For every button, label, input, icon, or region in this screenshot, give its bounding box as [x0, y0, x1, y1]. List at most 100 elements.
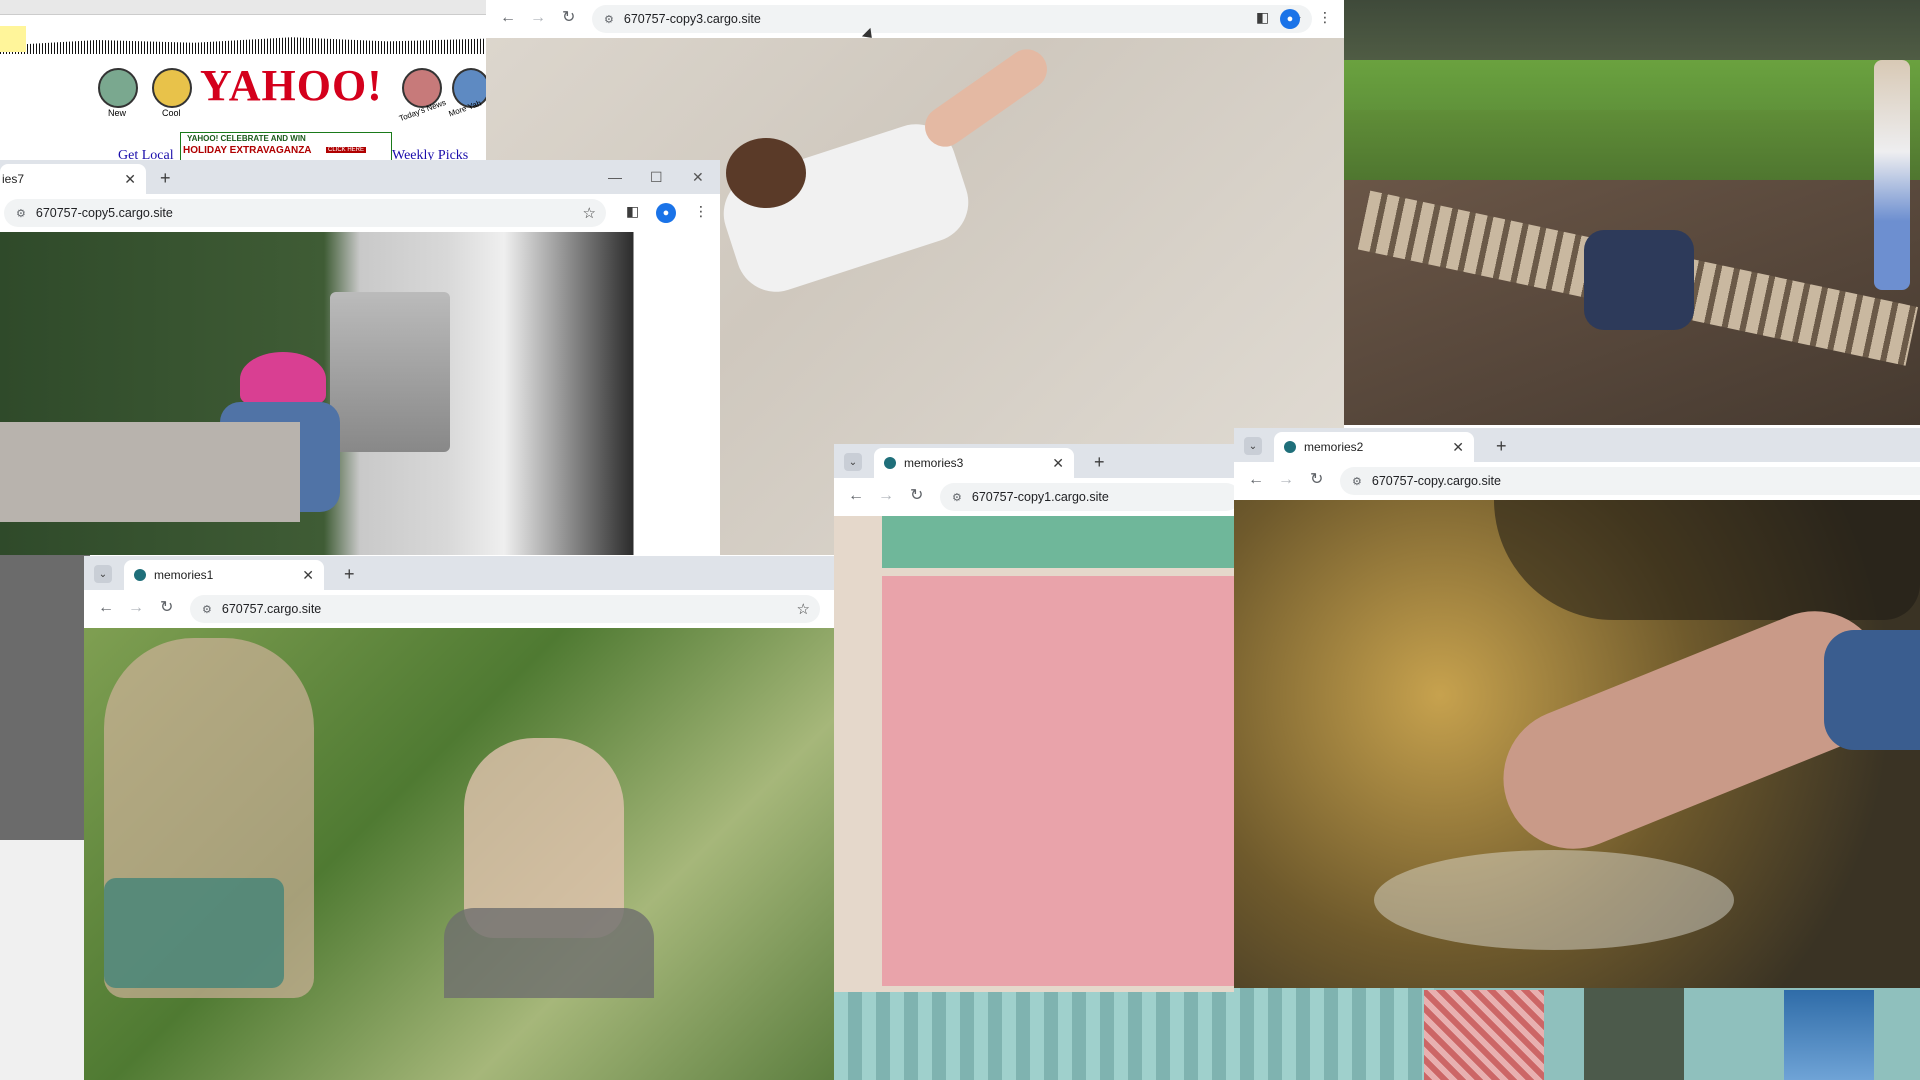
garden-photo	[84, 628, 834, 1080]
tab-label[interactable]: memories1	[154, 568, 296, 582]
creek-photo	[1234, 500, 1920, 988]
holiday-banner-click: CLICK HERE	[326, 147, 367, 153]
browser-window-copy5: ies7 ✕ + — ☐ ✕ ⚙ 670757-copy5.cargo.site…	[0, 160, 720, 555]
bottom-strip-thumbnail	[1784, 990, 1874, 1080]
new-icon[interactable]	[98, 68, 138, 108]
tab-close-icon[interactable]: ✕	[1452, 439, 1464, 456]
yahoo-logo[interactable]: YAHOO!	[200, 60, 383, 111]
tab-memories2[interactable]: memories2 ✕	[1274, 432, 1474, 462]
cool-icon[interactable]	[152, 68, 192, 108]
window-close-icon[interactable]: ✕	[692, 169, 704, 186]
pink-wall-photo	[834, 516, 1234, 992]
reload-button[interactable]: ↻	[1310, 471, 1323, 489]
content-memories2	[1234, 500, 1920, 988]
favicon-icon	[134, 569, 146, 581]
address-bar-copy5[interactable]: ⚙ 670757-copy5.cargo.site ☆	[4, 199, 606, 227]
new-label[interactable]: New	[108, 108, 126, 118]
tab-strip-copy5: ies7 ✕ + — ☐ ✕	[0, 160, 720, 194]
minimize-icon[interactable]: —	[608, 169, 622, 185]
site-settings-icon[interactable]: ⚙	[952, 491, 962, 504]
reload-button[interactable]: ↻	[562, 9, 575, 27]
site-settings-icon[interactable]: ⚙	[202, 603, 212, 616]
new-tab-button[interactable]: +	[160, 169, 171, 187]
url-text-memories2[interactable]: 670757-copy.cargo.site	[1372, 474, 1920, 488]
patio-ground	[0, 422, 300, 522]
reload-button[interactable]: ↻	[910, 487, 923, 505]
child-in-forest	[1584, 230, 1694, 330]
tab-list-chevron-icon[interactable]: ⌄	[844, 453, 862, 471]
toolbar-memories2: ← → ↻ ⚙ 670757-copy.cargo.site	[1234, 462, 1920, 501]
site-settings-icon[interactable]: ⚙	[604, 13, 614, 26]
address-bar-memories3[interactable]: ⚙ 670757-copy1.cargo.site	[940, 483, 1234, 511]
forest-grass	[1344, 60, 1920, 180]
toolbar-memories1: ← → ↻ ⚙ 670757.cargo.site ☆	[84, 590, 834, 629]
back-button[interactable]: ←	[848, 487, 864, 505]
bottom-strip-photo	[834, 980, 1920, 1080]
side-panel-icon[interactable]: ◧	[1256, 9, 1269, 26]
site-settings-icon[interactable]: ⚙	[1352, 475, 1362, 488]
forward-button[interactable]: →	[128, 599, 144, 617]
back-button[interactable]: ←	[1248, 471, 1264, 489]
profile-avatar[interactable]: ●	[1280, 9, 1300, 29]
forward-button[interactable]: →	[530, 9, 546, 27]
forest-photo-background	[1344, 0, 1920, 425]
back-button[interactable]: ←	[98, 599, 114, 617]
toolbar-memories3: ← → ↻ ⚙ 670757-copy1.cargo.site	[834, 478, 1234, 517]
tab-strip-memories2: ⌄ memories2 ✕ +	[1234, 428, 1920, 462]
tab-list-chevron-icon[interactable]: ⌄	[94, 565, 112, 583]
browser-window-memories1: ⌄ memories1 ✕ + ← → ↻ ⚙ 670757.cargo.sit…	[84, 556, 834, 1080]
content-copy5	[0, 232, 720, 555]
tab-close-icon[interactable]: ✕	[302, 567, 314, 584]
bookmark-star-icon[interactable]: ☆	[797, 600, 810, 618]
tab-list-chevron-icon[interactable]: ⌄	[1244, 437, 1262, 455]
tab-label[interactable]: memories2	[1304, 440, 1446, 454]
bookmark-star-icon[interactable]: ☆	[583, 204, 596, 222]
reload-button[interactable]: ↻	[160, 599, 173, 617]
yahoo-waveform	[0, 37, 486, 54]
address-bar-memories2[interactable]: ⚙ 670757-copy.cargo.site	[1340, 467, 1920, 495]
side-panel-icon[interactable]: ◧	[626, 203, 639, 220]
favicon-icon	[884, 457, 896, 469]
water-splash	[1374, 850, 1734, 950]
url-text-copy3[interactable]: 670757-copy3.cargo.site	[624, 12, 1289, 26]
tab-copy5[interactable]: ies7 ✕	[0, 164, 146, 194]
url-text-memories3[interactable]: 670757-copy1.cargo.site	[972, 490, 1234, 504]
menu-icon[interactable]: ⋮	[694, 203, 708, 220]
tab-close-icon[interactable]: ✕	[1052, 455, 1064, 472]
standing-child	[1874, 60, 1910, 290]
url-text-memories1[interactable]: 670757.cargo.site	[222, 602, 797, 616]
left-background-white	[0, 840, 90, 1080]
holiday-banner[interactable]: YAHOO! CELEBRATE AND WIN HOLIDAY EXTRAVA…	[180, 132, 392, 162]
content-memories3	[834, 516, 1234, 992]
address-bar-copy3[interactable]: ⚙ 670757-copy3.cargo.site ☆	[592, 5, 1312, 33]
grill	[330, 292, 450, 452]
new-tab-button[interactable]: +	[1094, 453, 1105, 471]
denim-shorts	[1824, 630, 1920, 750]
new-tab-button[interactable]: +	[344, 565, 355, 583]
tab-strip-memories1: ⌄ memories1 ✕ +	[84, 556, 834, 590]
cool-label[interactable]: Cool	[162, 108, 181, 118]
tab-label[interactable]: memories3	[904, 456, 1046, 470]
profile-avatar[interactable]: ●	[656, 203, 676, 223]
child-helmet	[240, 352, 326, 406]
maximize-icon[interactable]: ☐	[650, 169, 663, 186]
url-text-copy5[interactable]: 670757-copy5.cargo.site	[36, 206, 583, 220]
toolbar-copy5: ⚙ 670757-copy5.cargo.site ☆ ◧ ● ⋮	[0, 194, 720, 233]
forward-button[interactable]: →	[878, 487, 894, 505]
new-tab-button[interactable]: +	[1496, 437, 1507, 455]
bottom-strip-red-block	[1424, 990, 1544, 1080]
site-settings-icon[interactable]: ⚙	[16, 207, 26, 220]
browser-window-memories3: ⌄ memories3 ✕ + ← → ↻ ⚙ 670757-copy1.car…	[834, 444, 1234, 992]
child-hair	[726, 138, 806, 208]
back-button[interactable]: ←	[500, 9, 516, 27]
bottom-strip-pixels	[834, 980, 1434, 1080]
tab-memories1[interactable]: memories1 ✕	[124, 560, 324, 590]
holiday-banner-top: YAHOO! CELEBRATE AND WIN	[187, 134, 306, 143]
forward-button[interactable]: →	[1278, 471, 1294, 489]
green-band	[882, 516, 1234, 568]
tab-label[interactable]: ies7	[2, 172, 118, 186]
tab-close-icon[interactable]: ✕	[124, 171, 136, 188]
address-bar-memories1[interactable]: ⚙ 670757.cargo.site ☆	[190, 595, 820, 623]
menu-icon[interactable]: ⋮	[1318, 9, 1332, 26]
tab-memories3[interactable]: memories3 ✕	[874, 448, 1074, 478]
